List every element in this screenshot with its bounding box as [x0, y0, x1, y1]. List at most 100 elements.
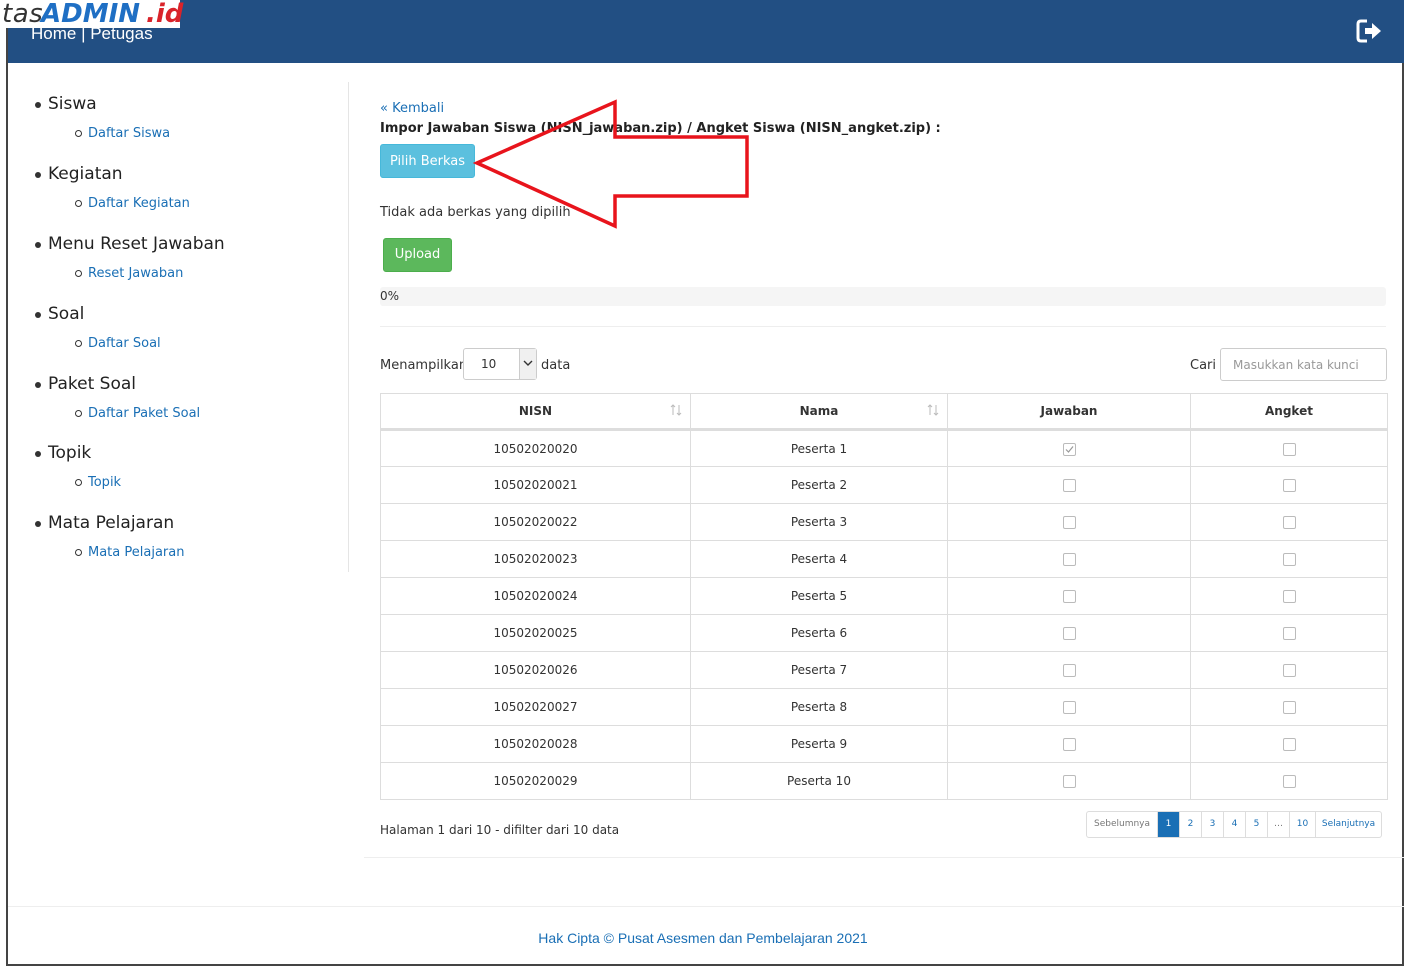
brand-text-3: .id	[146, 0, 184, 29]
jawaban-checkbox[interactable]	[1062, 738, 1076, 751]
table-row: 10502020026 Peserta 7	[380, 651, 1388, 689]
pagination: Sebelumnya 1 2 3 4 5… 10 Selanjutnya	[1086, 811, 1382, 838]
table-row: 10502020024 Peserta 5	[380, 577, 1388, 615]
cell-nisn: 10502020029	[380, 762, 691, 800]
cell-nisn: 10502020026	[380, 651, 691, 689]
circle-bullet-icon	[75, 479, 82, 486]
back-link[interactable]: « Kembali	[380, 101, 444, 116]
sidebar-group-title: Siswa	[48, 94, 97, 114]
cell-angket	[1190, 466, 1388, 504]
sidebar-link[interactable]: Daftar Soal	[88, 336, 161, 351]
column-header-angket: Angket	[1190, 393, 1388, 431]
page-selanjutnya[interactable]: Selanjutnya	[1315, 812, 1381, 837]
jawaban-checkbox[interactable]	[1062, 442, 1076, 456]
sidebar-link[interactable]: Reset Jawaban	[88, 266, 183, 281]
angket-checkbox[interactable]	[1282, 664, 1296, 677]
sort-icon[interactable]	[927, 403, 939, 417]
angket-checkbox[interactable]	[1282, 516, 1296, 529]
sidebar-group-title: Soal	[48, 304, 85, 324]
jawaban-checkbox[interactable]	[1062, 664, 1076, 677]
cell-nama: Peserta 4	[690, 540, 948, 578]
cell-nama: Peserta 9	[690, 725, 948, 763]
footer-copyright: Hak Cipta © Pusat Asesmen dan Pembelajar…	[538, 930, 868, 946]
jawaban-checkbox[interactable]	[1062, 553, 1076, 566]
sidebar-group-title: Topik	[48, 443, 92, 463]
brand-text-1: tas	[2, 0, 44, 29]
page-link[interactable]: 3	[1201, 812, 1223, 837]
page-link[interactable]: 1	[1157, 812, 1179, 837]
sidebar-link[interactable]: Daftar Kegiatan	[88, 196, 190, 211]
bullet-icon	[35, 521, 41, 527]
angket-checkbox[interactable]	[1282, 442, 1296, 456]
angket-checkbox[interactable]	[1282, 627, 1296, 640]
bullet-icon	[35, 242, 41, 248]
page-link[interactable]: 4	[1223, 812, 1245, 837]
angket-checkbox[interactable]	[1282, 553, 1296, 566]
table-row: 10502020022 Peserta 3	[380, 503, 1388, 541]
sidebar-link[interactable]: Mata Pelajaran	[88, 545, 184, 560]
cell-jawaban	[947, 762, 1191, 800]
search-input[interactable]	[1220, 348, 1387, 381]
cell-nisn: 10502020020	[380, 429, 691, 467]
cell-jawaban	[947, 725, 1191, 763]
jawaban-checkbox[interactable]	[1062, 516, 1076, 529]
angket-checkbox[interactable]	[1282, 738, 1296, 751]
main-content: « Kembali Impor Jawaban Siswa (NISN_jawa…	[364, 80, 1404, 858]
sidebar: Siswa Daftar Siswa Kegiatan Daftar Kegiatan…	[30, 82, 349, 572]
jawaban-checkbox[interactable]	[1062, 775, 1076, 788]
cell-jawaban	[947, 540, 1191, 578]
page-length-suffix: data	[541, 358, 571, 373]
page-length-value: 10	[481, 357, 497, 371]
cell-jawaban	[947, 688, 1191, 726]
table-row: 10502020029 Peserta 10	[380, 762, 1388, 800]
cell-angket	[1190, 429, 1388, 467]
footer-divider	[8, 906, 1404, 907]
column-header-jawaban: Jawaban	[947, 393, 1191, 431]
upload-button[interactable]: Upload	[383, 238, 452, 272]
jawaban-checkbox[interactable]	[1062, 627, 1076, 640]
cell-nama: Peserta 8	[690, 688, 948, 726]
cell-angket	[1190, 614, 1388, 652]
angket-checkbox[interactable]	[1282, 775, 1296, 788]
circle-bullet-icon	[75, 130, 82, 137]
cell-angket	[1190, 540, 1388, 578]
angket-checkbox[interactable]	[1282, 479, 1296, 492]
jawaban-checkbox[interactable]	[1062, 479, 1076, 492]
bullet-icon	[35, 451, 41, 457]
sidebar-link[interactable]: Topik	[88, 475, 121, 490]
column-header-nisn[interactable]: NISN	[380, 393, 691, 431]
sidebar-link[interactable]: Daftar Siswa	[88, 126, 170, 141]
angket-checkbox[interactable]	[1282, 590, 1296, 603]
jawaban-checkbox[interactable]	[1062, 590, 1076, 603]
page-link[interactable]: 10	[1289, 812, 1315, 837]
circle-bullet-icon	[75, 270, 82, 277]
cell-angket	[1190, 688, 1388, 726]
sidebar-link[interactable]: Daftar Paket Soal	[88, 406, 200, 421]
cell-jawaban	[947, 503, 1191, 541]
table-row: 10502020027 Peserta 8	[380, 688, 1388, 726]
sidebar-group-title: Menu Reset Jawaban	[48, 234, 225, 254]
page-length-select[interactable]: 10	[463, 348, 537, 380]
upload-progress-bar: 0%	[380, 287, 1386, 306]
cell-angket	[1190, 651, 1388, 689]
cell-jawaban	[947, 429, 1191, 467]
choose-file-button[interactable]: Pilih Berkas	[380, 144, 475, 178]
chevron-down-icon[interactable]	[519, 349, 536, 379]
table-row: 10502020021 Peserta 2	[380, 466, 1388, 504]
sidebar-group-title: Paket Soal	[48, 374, 137, 394]
cell-nama: Peserta 5	[690, 577, 948, 615]
brand-logo: tas ADMIN .id	[0, 0, 184, 29]
column-header-nama[interactable]: Nama	[690, 393, 948, 431]
divider	[380, 326, 1386, 327]
angket-checkbox[interactable]	[1282, 701, 1296, 714]
page-length-label: Menampilkan	[380, 358, 468, 373]
cell-jawaban	[947, 466, 1191, 504]
progress-text: 0%	[380, 289, 400, 303]
page-link[interactable]: 2	[1179, 812, 1201, 837]
page-link[interactable]: 5	[1245, 812, 1267, 837]
jawaban-checkbox[interactable]	[1062, 701, 1076, 714]
circle-bullet-icon	[75, 340, 82, 347]
cell-nisn: 10502020025	[380, 614, 691, 652]
sign-out-icon[interactable]	[1356, 18, 1384, 44]
sort-icon[interactable]	[670, 403, 682, 417]
